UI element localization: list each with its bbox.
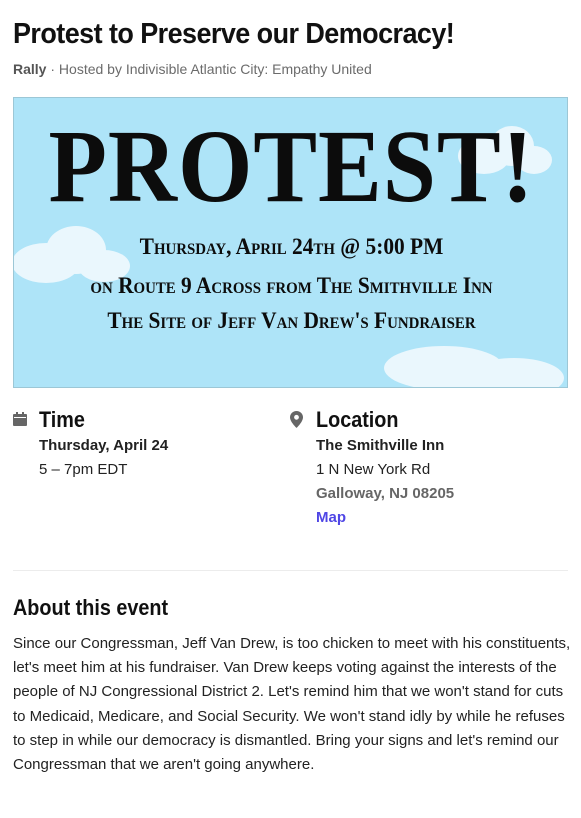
event-host: Hosted by Indivisible Atlantic City: Emp… [58,61,372,77]
venue-name: The Smithville Inn [316,437,445,454]
venue-street: 1 N New York Rd [316,461,431,478]
location-heading: Location [316,407,399,432]
banner-place-line: on Route 9 Across from The Smithville In… [90,273,493,298]
event-type: Rally [13,61,47,77]
about-heading: About this event [13,595,169,620]
event-banner-image: PROTEST! Thursday, April 24th @ 5:00 PM … [13,97,568,388]
map-link[interactable]: Map [316,509,346,526]
map-pin-icon [290,411,303,433]
subline-separator: · [46,61,59,77]
venue-city: Galloway, NJ 08205 [316,485,455,502]
time-heading: Time [39,407,85,432]
banner-headline: PROTEST! [48,109,535,224]
event-hours: 5 – 7pm EDT [39,461,128,478]
banner-date-line: Thursday, April 24th @ 5:00 PM [139,234,444,259]
calendar-icon [13,412,27,431]
section-divider [13,570,568,571]
event-subline: Rally · Hosted by Indivisible Atlantic C… [13,61,372,77]
event-page: Protest to Preserve our Democracy! Rally… [0,0,581,818]
event-title: Protest to Preserve our Democracy! [13,18,455,50]
event-date: Thursday, April 24 [39,437,169,454]
about-description: Since our Congressman, Jeff Van Drew, is… [13,635,571,774]
banner-site-line: The Site of Jeff Van Drew's Fundraiser [107,308,476,333]
